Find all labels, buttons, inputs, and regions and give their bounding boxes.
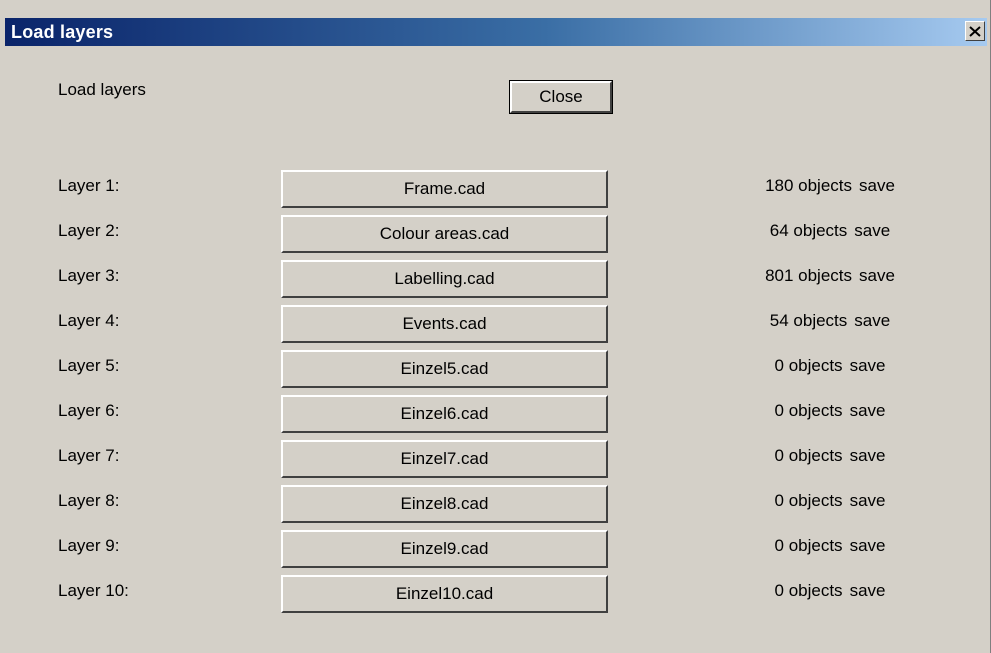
layer-status: 64 objects save (710, 221, 950, 241)
layer-file-button[interactable]: Frame.cad (281, 170, 608, 208)
layer-label: Layer 6: (58, 401, 120, 420)
object-count: 0 objects (774, 356, 843, 375)
load-layers-dialog: Load layers Load layers Close Layer 1: F… (0, 0, 991, 653)
save-link[interactable]: save (854, 311, 890, 330)
save-link[interactable]: save (850, 401, 886, 420)
layer-file-button[interactable]: Events.cad (281, 305, 608, 343)
save-link[interactable]: save (854, 221, 890, 240)
layer-label: Layer 9: (58, 536, 120, 555)
object-count: 54 objects (769, 311, 848, 330)
layer-label: Layer 10: (58, 581, 129, 600)
layer-file-button[interactable]: Labelling.cad (281, 260, 608, 298)
layer-status: 0 objects save (710, 356, 950, 376)
layer-status: 0 objects save (710, 446, 950, 466)
close-button-focus-frame: Close (509, 80, 613, 114)
layer-file-button[interactable]: Einzel6.cad (281, 395, 608, 433)
layer-status: 180 objects save (710, 176, 950, 196)
close-x-icon[interactable] (965, 21, 985, 41)
object-count: 0 objects (774, 536, 843, 555)
close-button[interactable]: Close (510, 81, 612, 113)
layer-label: Layer 1: (58, 176, 120, 195)
window-title: Load layers (11, 22, 114, 42)
layer-label: Layer 3: (58, 266, 120, 285)
layer-status: 0 objects save (710, 581, 950, 601)
layer-file-button[interactable]: Colour areas.cad (281, 215, 608, 253)
save-link[interactable]: save (850, 356, 886, 375)
object-count: 801 objects (765, 266, 853, 285)
layer-file-button[interactable]: Einzel5.cad (281, 350, 608, 388)
save-link[interactable]: save (850, 536, 886, 555)
close-x-glyph (969, 25, 981, 37)
layer-label: Layer 4: (58, 311, 120, 330)
layer-status: 0 objects save (710, 536, 950, 556)
save-link[interactable]: save (850, 446, 886, 465)
object-count: 0 objects (774, 581, 843, 600)
layer-label: Layer 7: (58, 446, 120, 465)
layer-file-button[interactable]: Einzel8.cad (281, 485, 608, 523)
title-bar: Load layers (5, 18, 987, 46)
save-link[interactable]: save (850, 491, 886, 510)
save-link[interactable]: save (850, 581, 886, 600)
layer-status: 54 objects save (710, 311, 950, 331)
object-count: 180 objects (765, 176, 853, 195)
header-label: Load layers (58, 80, 146, 99)
layer-file-button[interactable]: Einzel7.cad (281, 440, 608, 478)
layer-status: 0 objects save (710, 491, 950, 511)
object-count: 0 objects (774, 401, 843, 420)
layer-file-button[interactable]: Einzel9.cad (281, 530, 608, 568)
layer-label: Layer 5: (58, 356, 120, 375)
object-count: 0 objects (774, 446, 843, 465)
layer-label: Layer 8: (58, 491, 120, 510)
save-link[interactable]: save (859, 266, 895, 285)
layer-status: 801 objects save (710, 266, 950, 286)
save-link[interactable]: save (859, 176, 895, 195)
object-count: 0 objects (774, 491, 843, 510)
object-count: 64 objects (769, 221, 848, 240)
layer-label: Layer 2: (58, 221, 120, 240)
layer-status: 0 objects save (710, 401, 950, 421)
layer-file-button[interactable]: Einzel10.cad (281, 575, 608, 613)
